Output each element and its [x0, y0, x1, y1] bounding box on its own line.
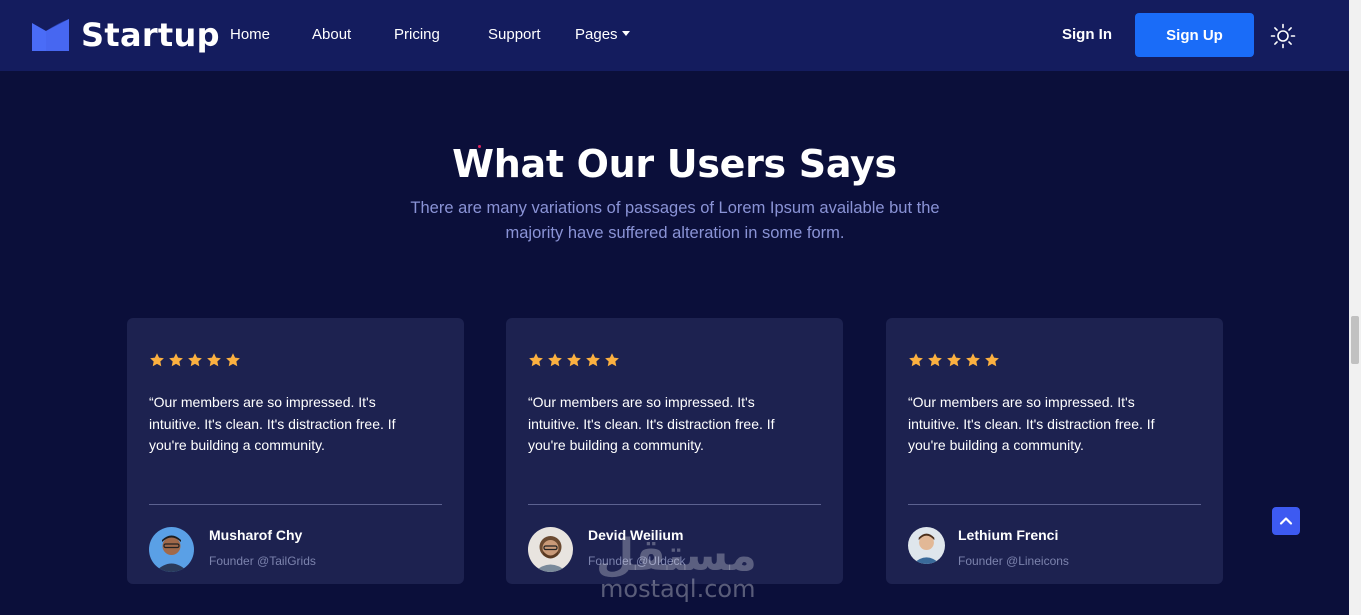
brand-name: Startup [81, 16, 220, 54]
testimonial-quote: “Our members are so impressed. It's intu… [528, 394, 775, 453]
divider [528, 504, 821, 505]
caret-down-icon [621, 30, 630, 36]
rating-stars [908, 352, 1000, 368]
star-icon [150, 353, 164, 367]
nav-home[interactable]: Home [230, 26, 270, 43]
avatar [528, 527, 573, 572]
sign-up-button[interactable]: Sign Up [1135, 13, 1254, 57]
nav-pages[interactable]: Pages [575, 26, 630, 43]
watermark-logo: مستقل [596, 530, 757, 581]
watermark-url: mostaql.com [600, 575, 756, 603]
person-role: Founder @TailGrids [209, 554, 316, 568]
star-icon [928, 353, 942, 367]
star-icon [966, 353, 980, 367]
chevron-up-icon [1279, 517, 1293, 525]
star-icon [605, 353, 619, 367]
divider [908, 504, 1201, 505]
star-icon [548, 353, 562, 367]
star-icon [188, 353, 202, 367]
page-scrollbar[interactable] [1349, 0, 1361, 615]
brand[interactable]: Startup [32, 16, 220, 54]
star-icon [169, 353, 183, 367]
divider [149, 504, 442, 505]
star-icon [909, 353, 923, 367]
star-icon [947, 353, 961, 367]
star-icon [985, 353, 999, 367]
testimonial-quote: “Our members are so impressed. It's intu… [908, 394, 1155, 453]
section-title: What Our Users Says [452, 142, 897, 186]
star-icon [226, 353, 240, 367]
person-role: Founder @Lineicons [958, 554, 1069, 568]
scrollbar-thumb[interactable] [1351, 316, 1359, 364]
star-icon [586, 353, 600, 367]
avatar [908, 527, 945, 564]
star-icon [529, 353, 543, 367]
testimonial-quote: “Our members are so impressed. It's intu… [149, 394, 396, 453]
person-name: Lethium Frenci [958, 527, 1059, 543]
site-header: Startup Home About Pricing Support Pages… [0, 0, 1349, 71]
rating-stars [528, 352, 620, 368]
nav-support[interactable]: Support [488, 26, 541, 43]
sign-in-link[interactable]: Sign In [1062, 26, 1112, 43]
star-icon [567, 353, 581, 367]
avatar [149, 527, 194, 572]
star-icon [207, 353, 221, 367]
nav-pricing[interactable]: Pricing [394, 26, 440, 43]
back-to-top-button[interactable] [1272, 507, 1300, 535]
startup-logo-icon [32, 19, 69, 51]
section-subtitle: There are many variations of passages of… [410, 199, 940, 242]
rating-stars [149, 352, 241, 368]
person-name: Musharof Chy [209, 527, 303, 543]
nav-about[interactable]: About [312, 26, 351, 43]
testimonial-card: “Our members are so impressed. It's intu… [886, 318, 1223, 584]
sun-icon[interactable] [1270, 23, 1296, 49]
testimonial-card: “Our members are so impressed. It's intu… [127, 318, 464, 584]
nav-pages-label: Pages [575, 26, 618, 43]
